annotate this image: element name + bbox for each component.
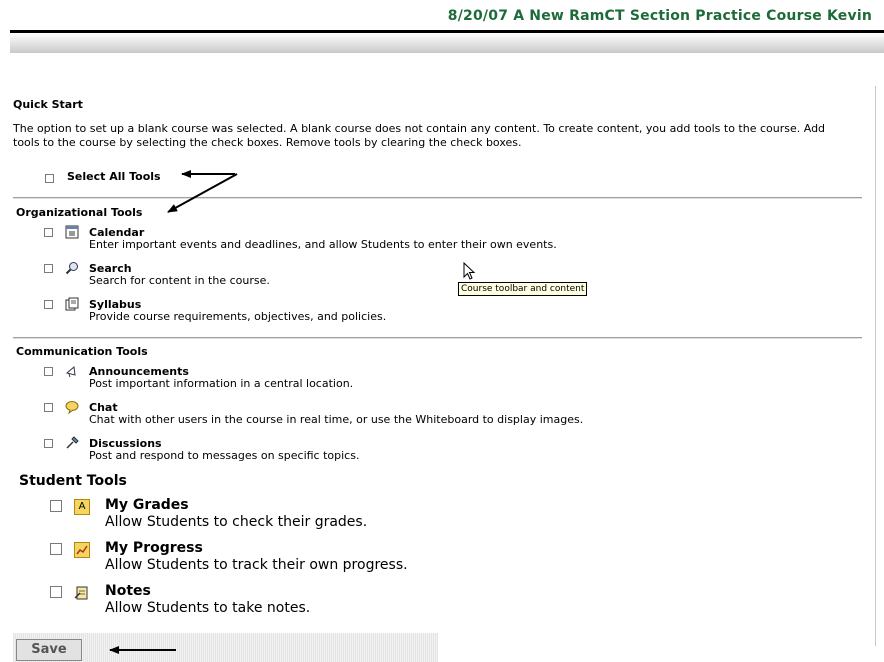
annotation-arrows [109,170,238,654]
arrow-to-organizational-tools [167,173,238,213]
